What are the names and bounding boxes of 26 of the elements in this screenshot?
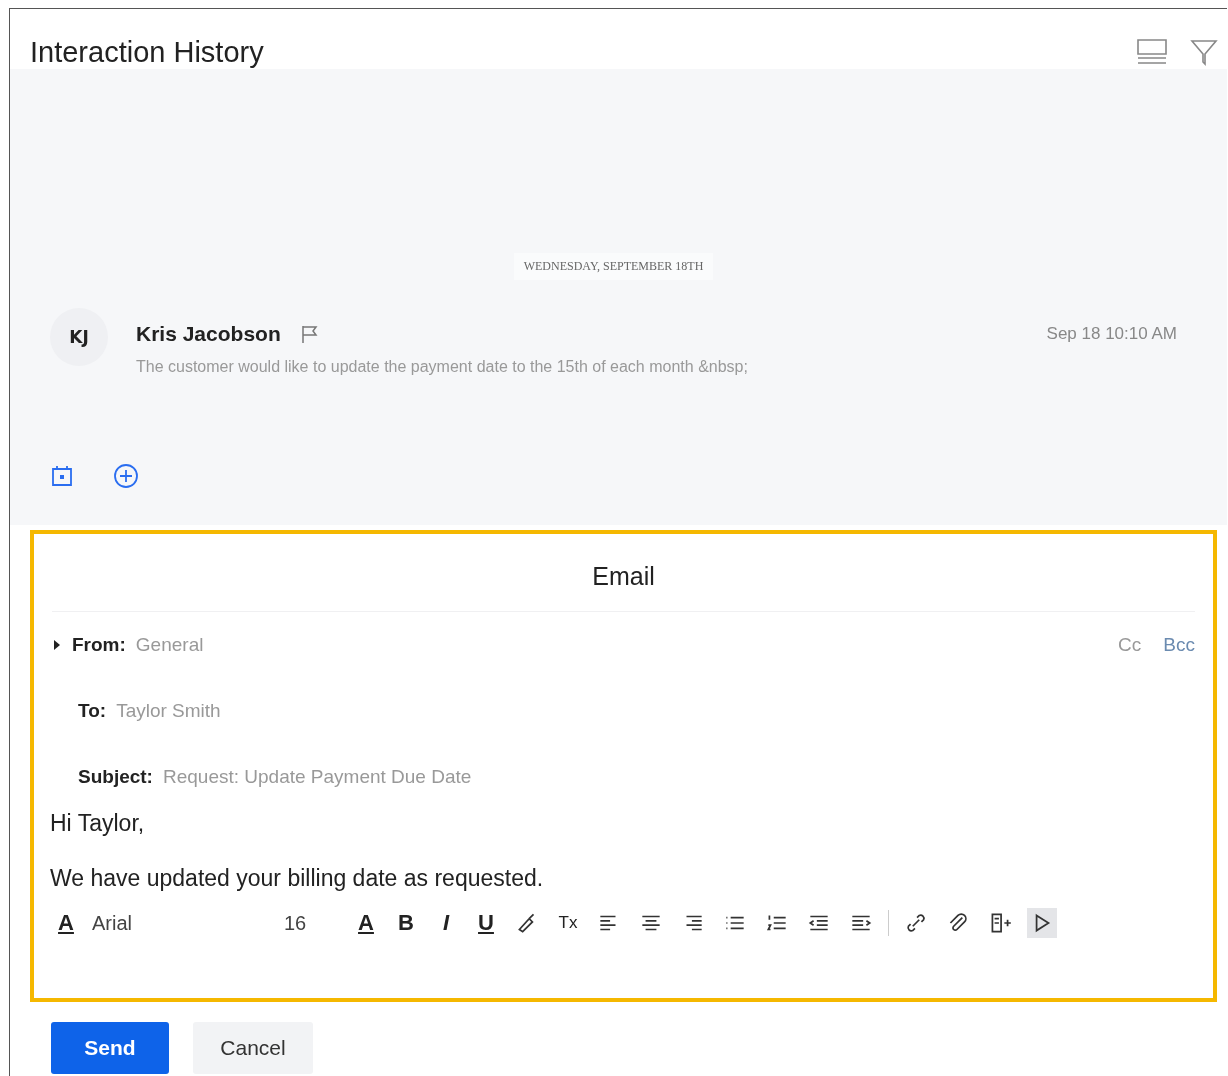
font-select[interactable]: Arial bbox=[92, 911, 272, 935]
add-icon[interactable] bbox=[112, 462, 140, 490]
note-text: The customer would like to update the payment date to the 15th of each month &nbsp; bbox=[136, 358, 749, 376]
from-label: From: bbox=[72, 634, 126, 656]
body-text: We have updated your billing date as requested. bbox=[50, 865, 545, 892]
format-button[interactable]: A bbox=[352, 908, 380, 938]
panel-title: Interaction History bbox=[30, 35, 265, 69]
format-button[interactable]: I bbox=[432, 908, 460, 938]
format-button[interactable]: Tx bbox=[554, 908, 582, 938]
expand-icon[interactable] bbox=[52, 638, 62, 652]
play-icon[interactable] bbox=[1027, 908, 1057, 938]
text-style-button[interactable]: A bbox=[52, 908, 80, 938]
timestamp: Sep 18 10:10 AM bbox=[1046, 324, 1177, 344]
send-button[interactable]: Send bbox=[51, 1022, 169, 1074]
avatar: KJ bbox=[50, 308, 108, 366]
author-name: Kris Jacobson bbox=[136, 322, 281, 346]
date-separator: WEDNESDAY, SEPTEMBER 18TH bbox=[513, 253, 714, 280]
size-select[interactable]: 16 bbox=[284, 911, 340, 935]
cancel-button[interactable]: Cancel bbox=[193, 1022, 313, 1074]
format-button[interactable]: U bbox=[472, 908, 500, 938]
to-label: To: bbox=[78, 700, 107, 722]
body-text: Hi Taylor, bbox=[50, 810, 146, 837]
composer-title: Email bbox=[52, 562, 1195, 612]
format-button[interactable]: B bbox=[392, 908, 420, 938]
subject-label: Subject: bbox=[78, 766, 153, 788]
bcc-link[interactable]: Bcc bbox=[1163, 634, 1195, 656]
